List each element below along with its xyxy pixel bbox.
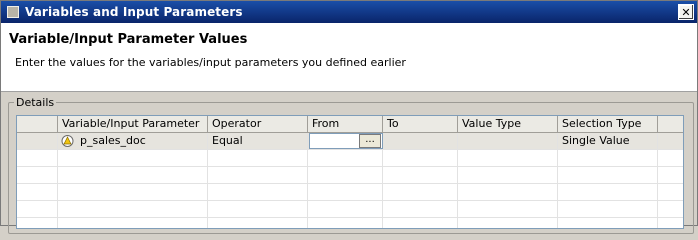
grid-cell — [558, 167, 658, 183]
grid-cell — [208, 167, 308, 183]
table-row[interactable]: p_sales_doc Equal ... Single Value — [17, 133, 683, 150]
title-bar[interactable]: Variables and Input Parameters ✕ — [1, 1, 697, 23]
grid-cell — [58, 201, 208, 217]
grid-cell — [308, 218, 383, 228]
grid-cell — [58, 167, 208, 183]
column-header-selection-type[interactable]: Selection Type — [558, 116, 658, 132]
from-value-input[interactable]: ... — [309, 133, 383, 149]
grid-cell — [208, 201, 308, 217]
value-help-button[interactable]: ... — [359, 134, 381, 148]
column-header-value-type[interactable]: Value Type — [458, 116, 558, 132]
header-panel: Variable/Input Parameter Values Enter th… — [1, 23, 697, 92]
grid-cell — [308, 201, 383, 217]
column-header-to[interactable]: To — [383, 116, 458, 132]
grid-cell — [558, 184, 658, 200]
page-description: Enter the values for the variables/input… — [15, 56, 406, 69]
grid-cell — [383, 184, 458, 200]
grid-cell — [17, 167, 58, 183]
grid-cell — [558, 150, 658, 166]
grid-cell — [17, 150, 58, 166]
grid-cell — [308, 167, 383, 183]
grid-cell — [208, 184, 308, 200]
details-legend: Details — [14, 96, 57, 109]
grid-cell — [458, 150, 558, 166]
grid-cell — [17, 201, 58, 217]
window-icon — [7, 6, 19, 18]
grid-cell — [17, 184, 58, 200]
grid-cell — [308, 184, 383, 200]
column-header-from[interactable]: From — [308, 116, 383, 132]
operator-cell[interactable]: Equal — [208, 133, 308, 149]
empty-table-row — [17, 167, 683, 184]
variable-name-cell: p_sales_doc — [58, 133, 208, 149]
grid-cell — [308, 150, 383, 166]
grid-cell — [458, 201, 558, 217]
grid-cell — [458, 184, 558, 200]
selection-type-cell[interactable]: Single Value — [558, 133, 658, 149]
grid-cell — [58, 218, 208, 228]
row-selector[interactable] — [17, 133, 58, 149]
page-title: Variable/Input Parameter Values — [9, 32, 248, 47]
grid-cell — [58, 150, 208, 166]
empty-table-row — [17, 201, 683, 218]
grid-cell — [458, 167, 558, 183]
to-value-cell[interactable] — [383, 133, 458, 149]
column-header-variable[interactable]: Variable/Input Parameter — [58, 116, 208, 132]
value-type-cell[interactable] — [458, 133, 558, 149]
grid-cell — [383, 167, 458, 183]
grid-cell — [383, 201, 458, 217]
grid-cell — [58, 184, 208, 200]
grid-cell — [17, 218, 58, 228]
grid-cell — [558, 201, 658, 217]
grid-cell — [383, 218, 458, 228]
empty-table-row — [17, 184, 683, 201]
close-button[interactable]: ✕ — [678, 4, 694, 20]
grid-cell — [383, 150, 458, 166]
grid-cell — [458, 218, 558, 228]
parameters-table[interactable]: Variable/Input Parameter Operator From T… — [16, 115, 684, 229]
grid-cell — [208, 218, 308, 228]
grid-cell — [208, 150, 308, 166]
empty-table-row — [17, 150, 683, 167]
empty-table-row — [17, 218, 683, 228]
window-title: Variables and Input Parameters — [25, 5, 243, 19]
row-header-corner — [17, 116, 58, 132]
table-header: Variable/Input Parameter Operator From T… — [17, 116, 683, 133]
column-header-operator[interactable]: Operator — [208, 116, 308, 132]
grid-cell — [558, 218, 658, 228]
